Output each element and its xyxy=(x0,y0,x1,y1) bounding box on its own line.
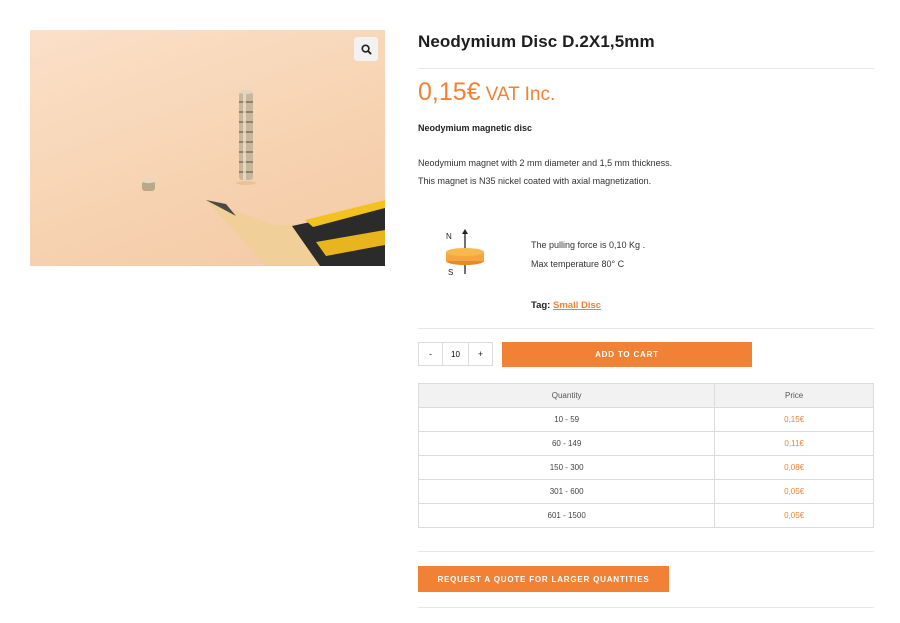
table-row: 601 - 1500 0,05€ xyxy=(417,503,874,528)
divider xyxy=(418,328,874,329)
tag-link-small-disc[interactable]: Small Disc xyxy=(553,300,601,311)
table-row: 301 - 600 0,05€ xyxy=(417,479,874,504)
table-row: 10 - 59 0,15€ xyxy=(417,407,874,432)
product-subtitle: Neodymium magnetic disc xyxy=(418,123,533,133)
tier-quantity: 301 - 600 xyxy=(417,479,716,504)
max-temperature: Max temperature 80° C xyxy=(531,259,625,269)
add-to-cart-button[interactable]: ADD TO CART xyxy=(502,342,752,367)
decrement-button[interactable]: - xyxy=(419,343,442,365)
pricing-table: Quantity Price 10 - 59 0,15€ 60 - 149 0,… xyxy=(417,383,874,528)
divider xyxy=(418,551,874,552)
magnet-photo-illustration xyxy=(142,90,385,266)
product-tag: Tag: Small Disc xyxy=(531,300,601,311)
tag-label: Tag: xyxy=(531,300,551,311)
tier-price: 0,08€ xyxy=(714,455,874,480)
price-amount: 0,15€ xyxy=(418,78,481,106)
zoom-button[interactable] xyxy=(354,37,378,61)
column-header-quantity: Quantity xyxy=(417,383,716,408)
product-price: 0,15€ VAT Inc. xyxy=(418,78,555,107)
divider xyxy=(418,68,874,69)
table-header-row: Quantity Price xyxy=(417,383,874,408)
south-label: S xyxy=(448,268,453,277)
north-label: N xyxy=(446,232,452,241)
request-quote-button[interactable]: REQUEST A QUOTE FOR LARGER QUANTITIES xyxy=(418,566,669,592)
product-image[interactable] xyxy=(30,30,385,266)
description-line: This magnet is N35 nickel coated with ax… xyxy=(418,176,652,186)
quantity-stepper: - + xyxy=(418,342,493,366)
tier-quantity: 150 - 300 xyxy=(417,455,716,480)
quantity-input[interactable] xyxy=(442,343,469,365)
magnet-poles-diagram: N S xyxy=(446,229,484,277)
tier-price: 0,05€ xyxy=(714,479,874,504)
increment-button[interactable]: + xyxy=(469,343,492,365)
product-specs: The pulling force is 0,10 Kg . Max tempe… xyxy=(531,236,645,274)
table-row: 150 - 300 0,08€ xyxy=(417,455,874,480)
price-vat-label: VAT Inc. xyxy=(485,84,556,105)
table-row: 60 - 149 0,11€ xyxy=(417,431,874,456)
tier-price: 0,15€ xyxy=(714,407,874,432)
search-icon xyxy=(360,43,372,55)
product-description: Neodymium magnet with 2 mm diameter and … xyxy=(418,154,672,190)
tier-quantity: 601 - 1500 xyxy=(417,503,716,528)
tier-quantity: 60 - 149 xyxy=(417,431,716,456)
divider xyxy=(418,607,874,608)
tier-price: 0,11€ xyxy=(714,431,874,456)
column-header-price: Price xyxy=(714,383,874,408)
tier-price: 0,05€ xyxy=(714,503,874,528)
tier-quantity: 10 - 59 xyxy=(417,407,716,432)
product-title: Neodymium Disc D.2X1,5mm xyxy=(418,32,655,51)
pulling-force: The pulling force is 0,10 Kg . xyxy=(531,240,646,250)
description-line: Neodymium magnet with 2 mm diameter and … xyxy=(418,158,673,168)
